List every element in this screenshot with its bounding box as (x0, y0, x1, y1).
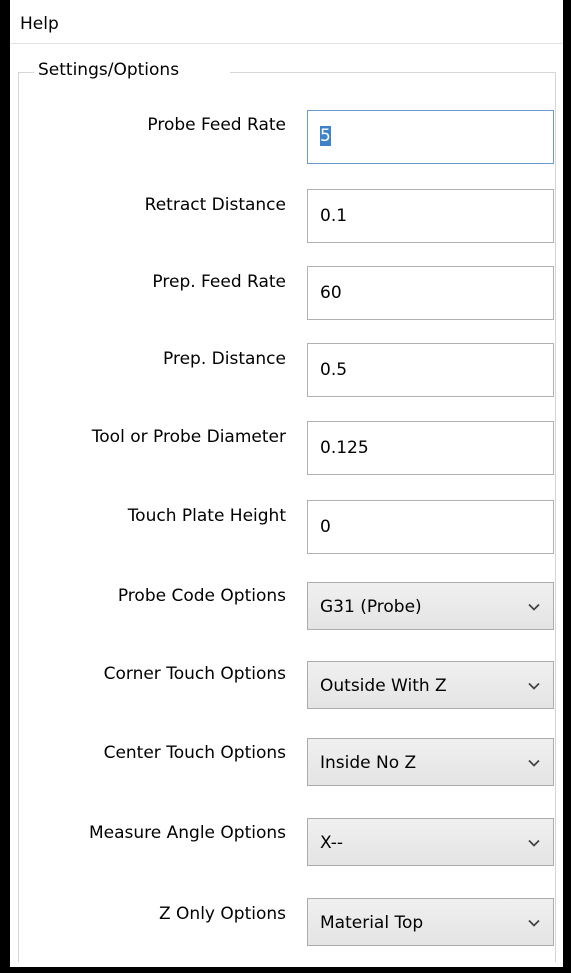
group-border-right (555, 72, 556, 962)
tool-diameter-input[interactable] (307, 421, 554, 475)
chevron-down-icon (528, 919, 540, 927)
prep-distance-input[interactable] (307, 343, 554, 397)
center-touch-options-select[interactable]: Inside No Z (307, 738, 554, 786)
prep-distance-label: Prep. Distance (163, 349, 286, 369)
z-only-options-select[interactable]: Material Top (307, 898, 554, 946)
center-touch-options-value: Inside No Z (320, 753, 417, 773)
probe-code-options-value: G31 (Probe) (320, 597, 422, 617)
center-touch-options-label: Center Touch Options (103, 743, 286, 763)
group-title: Settings/Options (34, 60, 184, 80)
retract-distance-input[interactable] (307, 189, 554, 243)
chevron-down-icon (528, 682, 540, 690)
measure-angle-options-value: X-- (320, 833, 344, 853)
probe-code-options-select[interactable]: G31 (Probe) (307, 582, 554, 630)
group-border-top-right (230, 72, 555, 73)
chevron-down-icon (528, 839, 540, 847)
prep-feed-rate-input[interactable] (307, 266, 554, 320)
probe-code-options-label: Probe Code Options (117, 586, 286, 606)
touch-plate-height-label: Touch Plate Height (127, 506, 286, 526)
probe-feed-rate-input[interactable]: 5 (307, 110, 554, 164)
group-border-left (18, 72, 19, 962)
chevron-down-icon (528, 603, 540, 611)
tool-diameter-label: Tool or Probe Diameter (91, 427, 286, 447)
probe-feed-rate-value: 5 (320, 126, 331, 146)
menu-help[interactable]: Help (20, 14, 59, 34)
z-only-options-value: Material Top (320, 913, 424, 933)
settings-window: Help Settings/Options Probe Feed Rate 5 … (10, 0, 563, 967)
retract-distance-label: Retract Distance (144, 195, 286, 215)
corner-touch-options-select[interactable]: Outside With Z (307, 661, 554, 709)
measure-angle-options-label: Measure Angle Options (88, 823, 286, 843)
corner-touch-options-label: Corner Touch Options (103, 664, 286, 684)
menu-bar: Help (10, 8, 563, 44)
chevron-down-icon (528, 759, 540, 767)
probe-feed-rate-label: Probe Feed Rate (147, 115, 286, 135)
z-only-options-label: Z Only Options (159, 904, 286, 924)
group-border-top-left (18, 72, 34, 73)
measure-angle-options-select[interactable]: X-- (307, 818, 554, 866)
corner-touch-options-value: Outside With Z (320, 676, 447, 696)
touch-plate-height-input[interactable] (307, 500, 554, 554)
prep-feed-rate-label: Prep. Feed Rate (152, 272, 286, 292)
